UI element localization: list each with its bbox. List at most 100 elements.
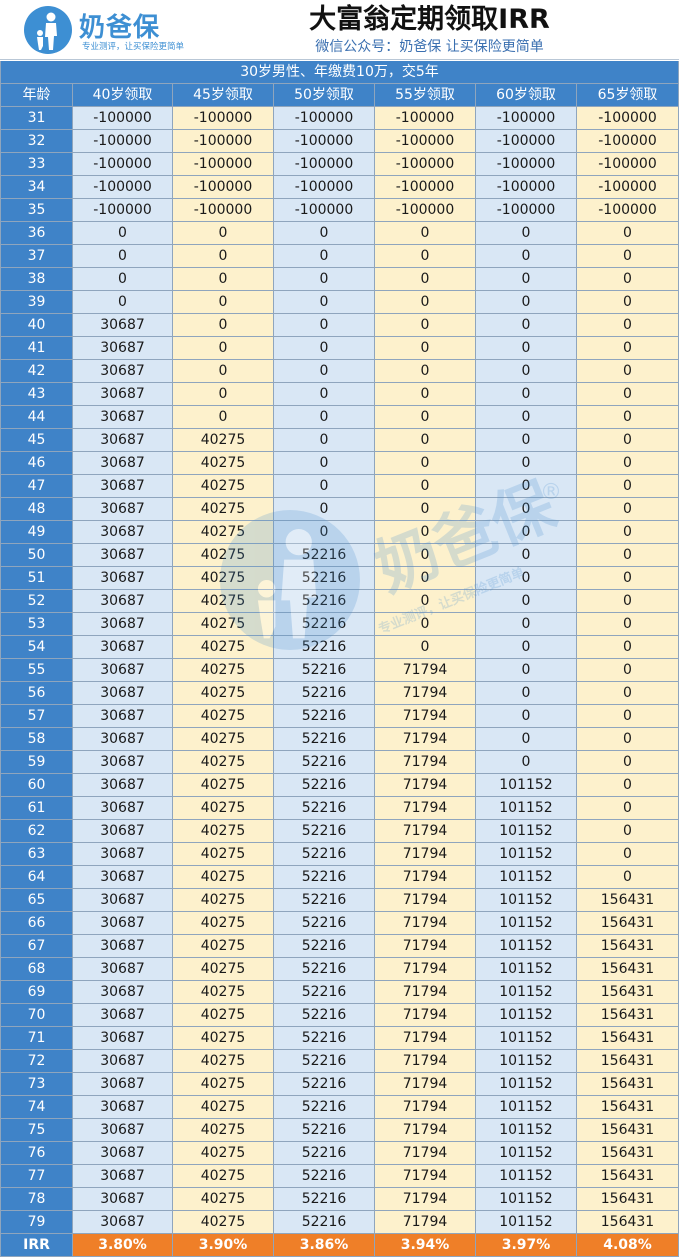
- payout-cell: 0: [375, 613, 476, 636]
- payout-cell: -100000: [375, 107, 476, 130]
- payout-cell: 30687: [73, 751, 173, 774]
- table-row: 64 30687 40275 52216 71794 101152 0: [0, 866, 679, 889]
- payout-cell: 0: [577, 866, 679, 889]
- age-cell: 55: [0, 659, 73, 682]
- payout-cell: 40275: [173, 981, 274, 1004]
- payout-cell: 30687: [73, 1165, 173, 1188]
- payout-cell: 40275: [173, 1096, 274, 1119]
- payout-cell: 0: [173, 314, 274, 337]
- age-cell: 64: [0, 866, 73, 889]
- payout-cell: 52216: [274, 636, 375, 659]
- payout-cell: 52216: [274, 1188, 375, 1211]
- payout-cell: 0: [577, 682, 679, 705]
- payout-cell: 101152: [476, 843, 577, 866]
- table-row: 33 -100000 -100000 -100000 -100000 -100000 -10…: [0, 153, 679, 176]
- payout-cell: -100000: [173, 153, 274, 176]
- column-header: 65岁领取: [577, 84, 679, 107]
- age-cell: 73: [0, 1073, 73, 1096]
- age-cell: 63: [0, 843, 73, 866]
- payout-cell: 52216: [274, 797, 375, 820]
- payout-cell: 40275: [173, 1188, 274, 1211]
- payout-cell: 30687: [73, 866, 173, 889]
- payout-cell: 156431: [577, 1096, 679, 1119]
- age-cell: 76: [0, 1142, 73, 1165]
- table-row: 55 30687 40275 52216 71794 0 0: [0, 659, 679, 682]
- payout-cell: 30687: [73, 797, 173, 820]
- payout-cell: 0: [577, 567, 679, 590]
- payout-cell: 40275: [173, 728, 274, 751]
- age-cell: 61: [0, 797, 73, 820]
- payout-cell: 156431: [577, 1004, 679, 1027]
- payout-cell: 71794: [375, 1096, 476, 1119]
- payout-cell: -100000: [73, 176, 173, 199]
- payout-cell: 0: [476, 498, 577, 521]
- table-row: 38 0 0 0 0 0 0: [0, 268, 679, 291]
- irr-value: 3.80%: [73, 1234, 173, 1257]
- payout-cell: 0: [476, 222, 577, 245]
- payout-cell: 30687: [73, 1073, 173, 1096]
- payout-cell: 40275: [173, 429, 274, 452]
- payout-cell: 52216: [274, 981, 375, 1004]
- payout-cell: 40275: [173, 590, 274, 613]
- payout-cell: 30687: [73, 843, 173, 866]
- age-cell: 75: [0, 1119, 73, 1142]
- payout-cell: 30687: [73, 521, 173, 544]
- payout-cell: 52216: [274, 958, 375, 981]
- payout-cell: 40275: [173, 521, 274, 544]
- page-subtitle: 微信公众号：奶爸保 让买保险更简单: [315, 39, 544, 55]
- table-row: 46 30687 40275 0 0 0 0: [0, 452, 679, 475]
- payout-cell: 0: [577, 475, 679, 498]
- payout-cell: 0: [476, 475, 577, 498]
- payout-cell: 71794: [375, 751, 476, 774]
- table-row: 39 0 0 0 0 0 0: [0, 291, 679, 314]
- payout-cell: 71794: [375, 958, 476, 981]
- payout-cell: 0: [375, 337, 476, 360]
- payout-cell: 40275: [173, 889, 274, 912]
- payout-cell: 0: [476, 636, 577, 659]
- payout-cell: 30687: [73, 452, 173, 475]
- table-row: 63 30687 40275 52216 71794 101152 0: [0, 843, 679, 866]
- table-row: 37 0 0 0 0 0 0: [0, 245, 679, 268]
- payout-cell: 0: [577, 222, 679, 245]
- payout-cell: 156431: [577, 1050, 679, 1073]
- payout-cell: 30687: [73, 889, 173, 912]
- payout-cell: 156431: [577, 958, 679, 981]
- payout-cell: 30687: [73, 958, 173, 981]
- payout-cell: 30687: [73, 659, 173, 682]
- table-row: 54 30687 40275 52216 0 0 0: [0, 636, 679, 659]
- payout-cell: 52216: [274, 935, 375, 958]
- age-cell: 70: [0, 1004, 73, 1027]
- payout-cell: 0: [274, 452, 375, 475]
- payout-cell: 0: [577, 705, 679, 728]
- payout-cell: 101152: [476, 1004, 577, 1027]
- payout-cell: 0: [476, 567, 577, 590]
- payout-cell: 30687: [73, 475, 173, 498]
- age-cell: 68: [0, 958, 73, 981]
- payout-cell: 0: [476, 383, 577, 406]
- age-cell: 46: [0, 452, 73, 475]
- payout-cell: 71794: [375, 797, 476, 820]
- age-cell: 52: [0, 590, 73, 613]
- irr-value: 3.90%: [173, 1234, 274, 1257]
- payout-cell: -100000: [375, 130, 476, 153]
- age-cell: 62: [0, 820, 73, 843]
- payout-cell: 0: [274, 268, 375, 291]
- payout-cell: -100000: [274, 130, 375, 153]
- payout-cell: 0: [73, 291, 173, 314]
- age-cell: 51: [0, 567, 73, 590]
- payout-cell: -100000: [375, 199, 476, 222]
- age-cell: 45: [0, 429, 73, 452]
- irr-table: 30岁男性、年缴费10万，交5年 年龄 40岁领取 45岁领取 50岁领取 55岁领取 6…: [0, 61, 679, 1257]
- table-header-row: 年龄 40岁领取 45岁领取 50岁领取 55岁领取 60岁领取 65岁领取: [0, 84, 679, 107]
- payout-cell: 40275: [173, 613, 274, 636]
- payout-cell: 0: [274, 406, 375, 429]
- payout-cell: 0: [173, 406, 274, 429]
- payout-cell: 101152: [476, 774, 577, 797]
- table-row: 57 30687 40275 52216 71794 0 0: [0, 705, 679, 728]
- table-row: 67 30687 40275 52216 71794 101152 156431: [0, 935, 679, 958]
- payout-cell: 0: [577, 843, 679, 866]
- payout-cell: 30687: [73, 1004, 173, 1027]
- payout-cell: 0: [577, 268, 679, 291]
- age-cell: 41: [0, 337, 73, 360]
- payout-cell: 101152: [476, 981, 577, 1004]
